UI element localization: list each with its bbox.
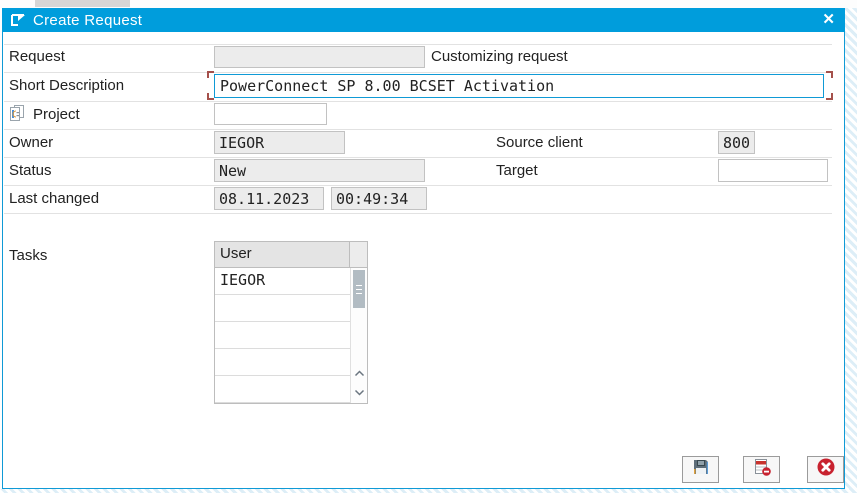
project-label: Project xyxy=(33,106,80,123)
vertical-scrollbar[interactable] xyxy=(350,268,367,403)
background-pattern-right xyxy=(845,8,857,489)
task-user-cell[interactable] xyxy=(215,349,350,376)
save-button[interactable] xyxy=(682,456,719,483)
project-input[interactable] xyxy=(214,103,327,125)
row-separator xyxy=(4,129,832,130)
create-request-dialog: Create Request ✕ Request Customizing req… xyxy=(2,8,845,489)
target-input[interactable] xyxy=(718,159,828,182)
last-changed-date-field xyxy=(214,187,324,210)
short-description-label: Short Description xyxy=(9,77,124,94)
source-client-field xyxy=(718,131,755,154)
scroll-down-icon[interactable] xyxy=(351,384,367,400)
focus-corner xyxy=(826,71,833,78)
tasks-table-header: User xyxy=(215,242,367,268)
request-type-text: Customizing request xyxy=(431,48,568,65)
task-user-cell[interactable] xyxy=(215,295,350,322)
background-pattern-bottom xyxy=(0,489,857,493)
screen: Create Request ✕ Request Customizing req… xyxy=(0,0,857,493)
delete-request-button[interactable] xyxy=(743,456,780,483)
window-minus-icon xyxy=(751,457,773,482)
row-separator xyxy=(4,101,832,102)
underlying-window-tab xyxy=(35,0,130,7)
tasks-label: Tasks xyxy=(9,247,47,264)
status-field xyxy=(214,159,425,182)
row-separator xyxy=(4,213,832,214)
last-changed-label: Last changed xyxy=(9,190,99,207)
thumb-grip xyxy=(356,289,362,290)
short-description-input[interactable] xyxy=(214,74,824,98)
status-label: Status xyxy=(9,162,52,179)
table-header-corner xyxy=(350,242,367,268)
user-column-header: User xyxy=(215,242,350,268)
modal-window-icon xyxy=(10,13,27,27)
thumb-grip xyxy=(356,293,362,294)
focus-corner xyxy=(207,93,214,100)
target-label: Target xyxy=(496,162,538,179)
row-separator xyxy=(4,44,832,45)
cancel-button[interactable] xyxy=(807,456,844,483)
row-separator xyxy=(4,185,832,186)
focus-corner xyxy=(826,93,833,100)
underlying-window-strip xyxy=(0,0,857,8)
owner-label: Owner xyxy=(9,134,53,151)
project-document-icon xyxy=(8,104,26,122)
dialog-title: Create Request xyxy=(33,12,142,29)
tasks-table: User IEGOR xyxy=(214,241,368,404)
focus-corner xyxy=(207,71,214,78)
owner-field xyxy=(214,131,345,154)
request-label: Request xyxy=(9,48,65,65)
dialog-titlebar[interactable]: Create Request ✕ xyxy=(2,8,845,32)
task-user-cell[interactable]: IEGOR xyxy=(215,268,350,295)
row-separator xyxy=(4,157,832,158)
request-field xyxy=(214,46,425,68)
task-user-cell[interactable] xyxy=(215,322,350,349)
scroll-up-icon[interactable] xyxy=(351,365,367,381)
source-client-label: Source client xyxy=(496,134,583,151)
red-x-icon xyxy=(816,457,836,482)
row-separator xyxy=(4,72,832,73)
floppy-disk-icon xyxy=(691,457,711,482)
scrollbar-thumb[interactable] xyxy=(353,270,365,308)
task-user-cell[interactable] xyxy=(215,376,350,403)
last-changed-time-field xyxy=(331,187,427,210)
close-icon[interactable]: ✕ xyxy=(822,10,835,28)
thumb-grip xyxy=(356,285,362,286)
